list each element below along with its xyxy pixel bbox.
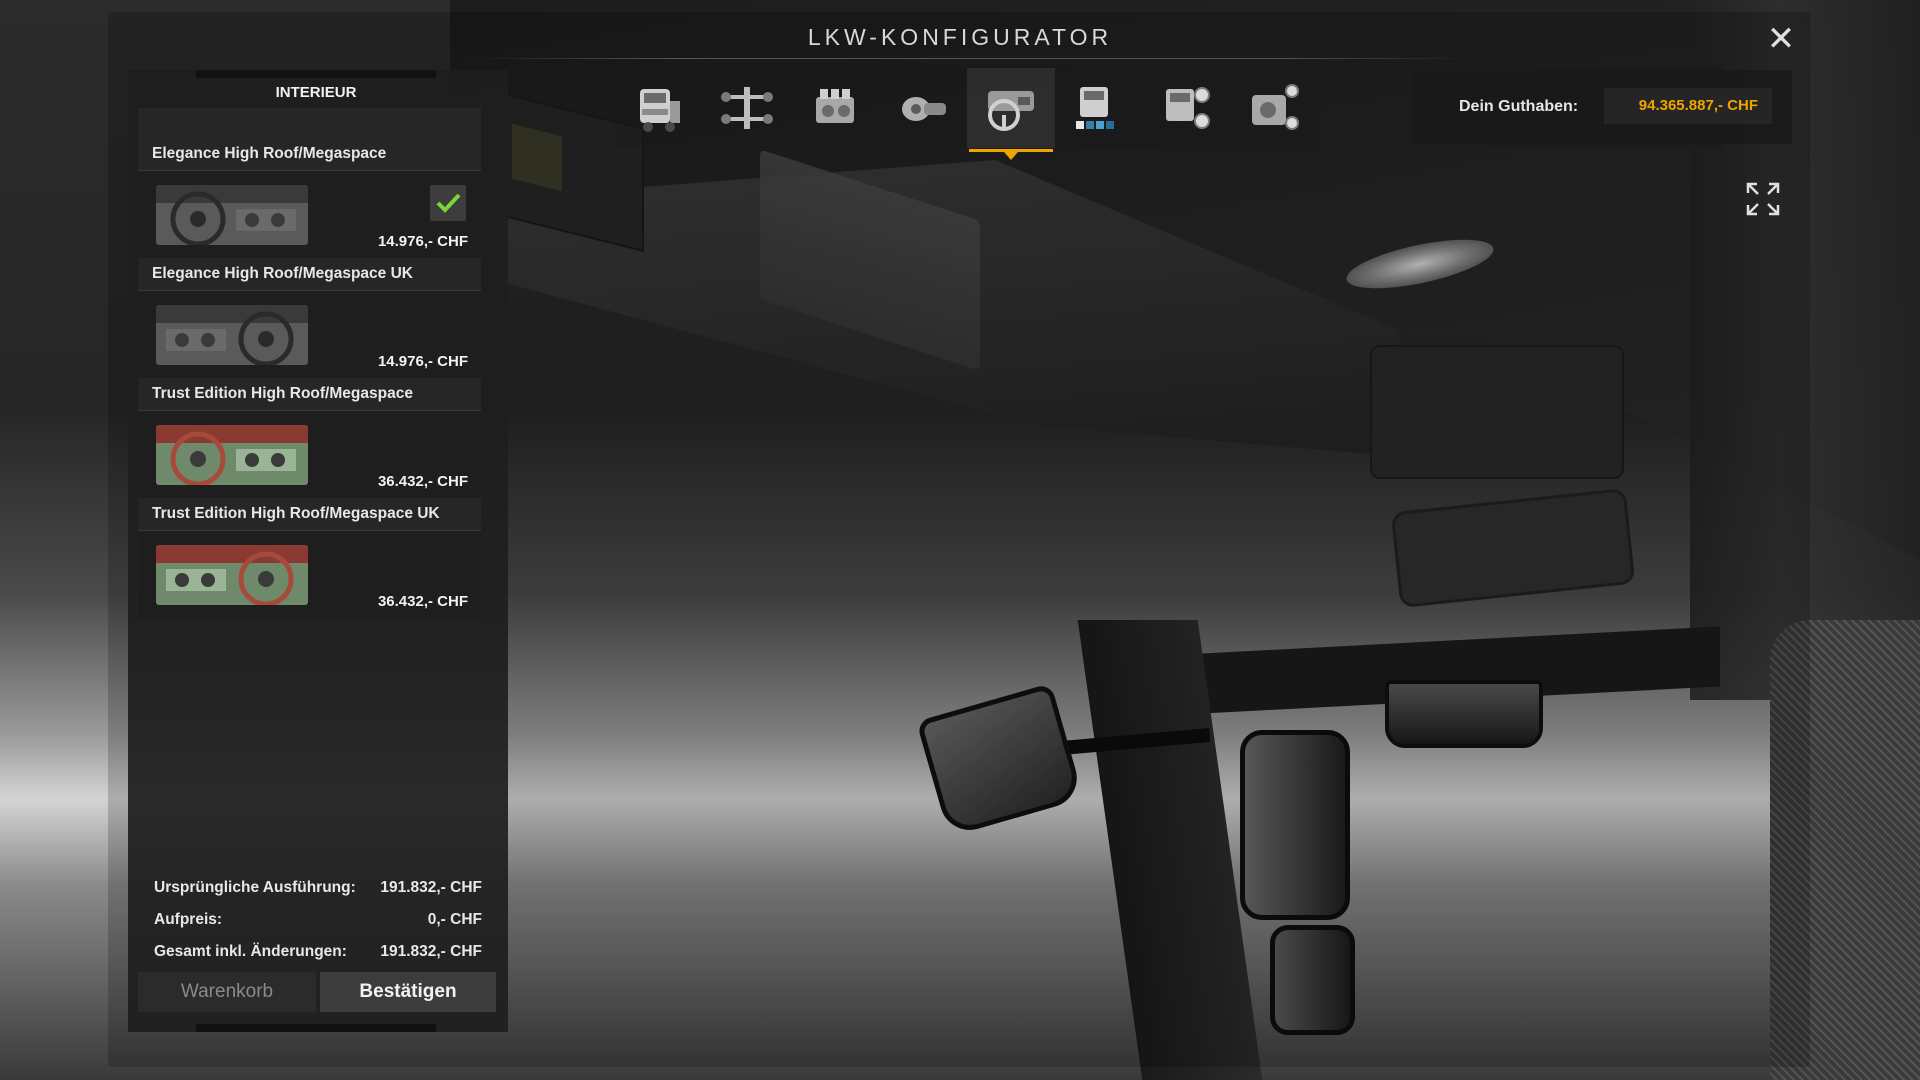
truck-accessories-icon bbox=[1252, 84, 1299, 130]
configurator-toolbar bbox=[615, 68, 1319, 160]
option-title: Trust Edition High Roof/Megaspace bbox=[138, 378, 481, 411]
summary-value: 191.832,- CHF bbox=[380, 943, 482, 960]
option-trust-edition-high-roof-uk[interactable]: 36.432,- CHF bbox=[138, 531, 481, 618]
price-summary: Ursprüngliche Ausführung: 191.832,- CHF … bbox=[138, 872, 494, 968]
selected-check-icon bbox=[430, 185, 466, 221]
option-price: 36.432,- CHF bbox=[377, 473, 468, 490]
tab-wheels[interactable] bbox=[1143, 68, 1231, 148]
truck-paint-icon bbox=[1076, 87, 1114, 129]
panel-bottom-tab bbox=[196, 1024, 436, 1032]
balance-label: Dein Guthaben: bbox=[1459, 98, 1579, 115]
option-elegance-high-roof-uk[interactable]: 14.976,- CHF bbox=[138, 291, 481, 378]
summary-label: Aufpreis: bbox=[154, 911, 223, 928]
title-divider bbox=[470, 58, 1470, 59]
transmission-icon bbox=[902, 97, 946, 121]
tab-chassis-cab[interactable] bbox=[615, 68, 703, 148]
interior-thumbnail bbox=[156, 425, 308, 485]
option-trust-edition-high-roof[interactable]: 36.432,- CHF bbox=[138, 411, 481, 498]
confirm-button[interactable]: Bestätigen bbox=[320, 972, 496, 1012]
summary-value: 191.832,- CHF bbox=[380, 879, 482, 896]
option-price: 36.432,- CHF bbox=[377, 593, 468, 610]
truck-cab-icon bbox=[640, 89, 680, 132]
balance-box: Dein Guthaben: 94.365.887,- CHF bbox=[1412, 66, 1792, 148]
tab-engine[interactable] bbox=[791, 68, 879, 148]
tab-interior[interactable] bbox=[967, 68, 1055, 160]
option-elegance-high-roof[interactable]: 14.976,- CHF bbox=[138, 171, 481, 258]
chassis-axles-icon bbox=[721, 87, 773, 129]
panel-top-tab bbox=[196, 70, 436, 78]
window-title: LKW-KONFIGURATOR bbox=[807, 24, 1113, 50]
option-price: 14.976,- CHF bbox=[377, 353, 468, 370]
summary-label: Ursprüngliche Ausführung: bbox=[154, 879, 356, 896]
summary-row-surcharge: Aufpreis: 0,- CHF bbox=[138, 904, 494, 936]
summary-row-total: Gesamt inkl. Änderungen: 191.832,- CHF bbox=[138, 936, 494, 968]
tab-transmission[interactable] bbox=[879, 68, 967, 148]
panel-header: INTERIEUR bbox=[275, 84, 357, 101]
option-price: 14.976,- CHF bbox=[377, 233, 468, 250]
option-title: Trust Edition High Roof/Megaspace UK bbox=[138, 498, 481, 531]
balance-value: 94.365.887,- CHF bbox=[1604, 88, 1772, 124]
option-title: Elegance High Roof/Megaspace bbox=[138, 138, 481, 171]
cart-button[interactable]: Warenkorb bbox=[138, 972, 316, 1012]
summary-value: 0,- CHF bbox=[427, 911, 482, 928]
engine-icon bbox=[816, 89, 854, 123]
tab-chassis[interactable] bbox=[703, 68, 791, 148]
tab-accessories[interactable] bbox=[1231, 68, 1319, 148]
interior-option-list: Elegance High Roof/Megaspace 14.976,- CH… bbox=[138, 138, 481, 618]
truck-wheels-icon bbox=[1166, 87, 1210, 129]
interior-steering-icon bbox=[988, 91, 1034, 131]
interior-thumbnail bbox=[156, 185, 308, 245]
summary-label: Gesamt inkl. Änderungen: bbox=[154, 943, 347, 960]
panel-subheader bbox=[138, 108, 481, 138]
interior-thumbnail bbox=[156, 305, 308, 365]
interior-thumbnail bbox=[156, 545, 308, 605]
summary-row-original: Ursprüngliche Ausführung: 191.832,- CHF bbox=[138, 872, 494, 904]
option-title: Elegance High Roof/Megaspace UK bbox=[138, 258, 481, 291]
tab-paint[interactable] bbox=[1055, 68, 1143, 148]
fullscreen-expand-icon[interactable] bbox=[1746, 182, 1780, 216]
close-icon[interactable]: ✕ bbox=[1764, 22, 1798, 56]
